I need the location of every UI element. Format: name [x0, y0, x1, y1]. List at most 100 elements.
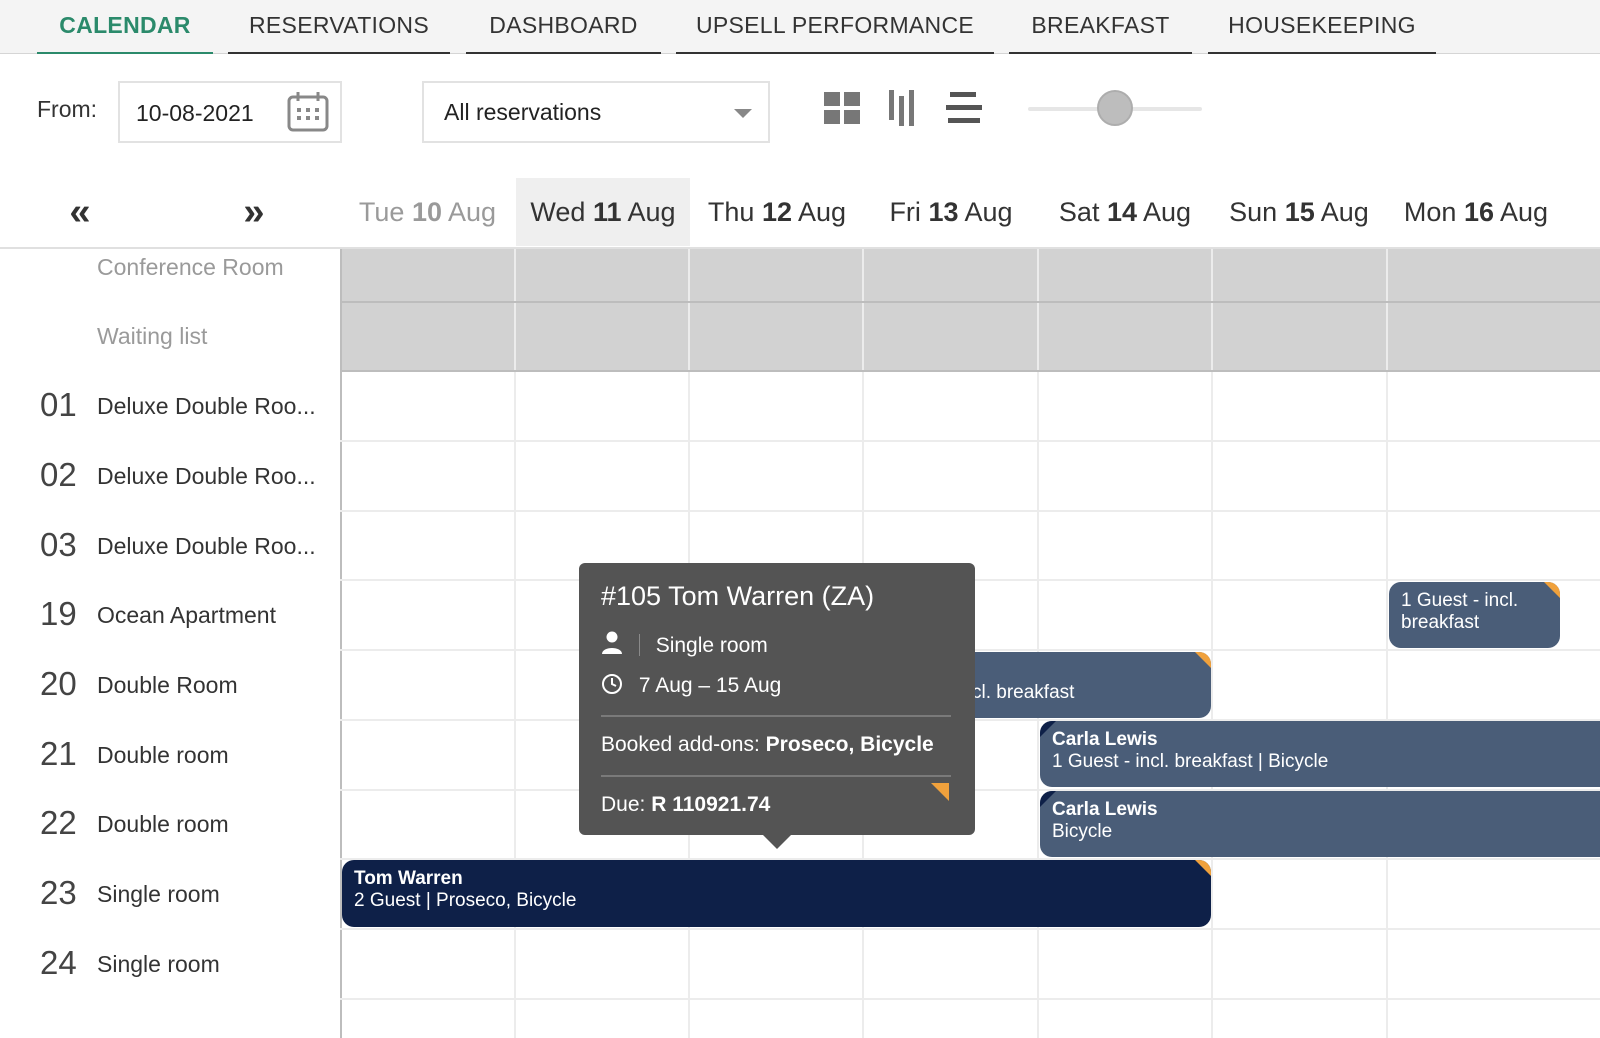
from-label: From: [37, 96, 98, 122]
tooltip-room-row: Single room [601, 631, 768, 658]
tooltip-due-value: R 110921.74 [651, 793, 771, 816]
booking-bar[interactable]: Carla Lewis 1 Guest - incl. breakfast | … [1040, 721, 1600, 787]
room-number: 03 [40, 526, 77, 563]
room-name: Double Room [97, 672, 238, 698]
grid-line [340, 370, 1600, 372]
grid-line [340, 249, 342, 1038]
grid-view-icon[interactable] [822, 88, 862, 128]
tooltip-due-row: Due: R 110921.74 [601, 793, 770, 817]
tooltip-divider [601, 775, 951, 777]
tooltip-dates: 7 Aug – 15 Aug [638, 674, 782, 697]
room-number: 19 [40, 595, 77, 632]
room-name: Double room [97, 811, 229, 837]
tooltip-addons-value: Proseco, Bicycle [765, 733, 934, 756]
booking-detail: 2 Guest | Proseco, Bicycle [354, 890, 577, 911]
tab-breakfast[interactable]: BREAKFAST [1009, 0, 1192, 54]
chevron-down-icon [734, 109, 752, 118]
grid-line [340, 440, 1600, 442]
from-date-field[interactable]: 10-08-2021 [118, 81, 342, 143]
tooltip-addons-label: Booked add-ons: [601, 733, 760, 756]
room-number: 20 [40, 665, 77, 702]
room-number: 22 [40, 804, 77, 841]
reservation-filter-value: All reservations [444, 99, 602, 125]
room-row[interactable]: 24 Single room [0, 930, 340, 1000]
grid-line [340, 998, 1600, 1000]
booking-bar[interactable]: Tom Warren 2 Guest | Proseco, Bicycle [342, 860, 1211, 927]
room-row[interactable]: 20 Double Room [0, 651, 340, 721]
room-name: Ocean Apartment [97, 602, 276, 628]
grid-line [1386, 249, 1388, 1038]
room-name: Double room [97, 742, 229, 768]
day-header-thu-12: Thu 12 Aug [707, 197, 847, 227]
room-row[interactable]: 22 Double room [0, 790, 340, 860]
day-header-tue-10: Tue 10 Aug [358, 197, 497, 227]
room-row[interactable]: 19 Ocean Apartment [0, 581, 340, 651]
booking-bar[interactable]: cl. breakfast [950, 652, 1211, 718]
room-name: Deluxe Double Roo... [97, 463, 316, 489]
grid-line [340, 510, 1600, 512]
grid-line [340, 301, 1600, 303]
booking-detail: 1 Guest - incl. breakfast | Bicycle [1052, 751, 1329, 772]
blocked-rows-background [340, 249, 1600, 371]
top-nav-tabs: CALENDAR RESERVATIONS DASHBOARD UPSELL P… [0, 0, 1600, 54]
room-row[interactable]: 02 Deluxe Double Roo... [0, 442, 340, 512]
room-number: 02 [40, 456, 77, 493]
columns-view-icon[interactable] [884, 88, 924, 128]
booking-detail: Bicycle [1052, 821, 1113, 842]
tab-housekeeping[interactable]: HOUSEKEEPING [1208, 0, 1436, 54]
notification-flag-icon [1195, 652, 1211, 668]
tooltip-dates-row: 7 Aug – 15 Aug [601, 673, 781, 698]
grid-line [1211, 249, 1213, 1038]
tab-upsell-performance[interactable]: UPSELL PERFORMANCE [676, 0, 994, 54]
room-number: 01 [40, 386, 77, 423]
from-date-value: 10-08-2021 [136, 100, 254, 126]
calendar-icon[interactable] [286, 91, 330, 133]
room-number: 21 [40, 735, 77, 772]
guest-name: Carla Lewis [1052, 729, 1158, 750]
room-name: Single room [97, 881, 220, 907]
tab-reservations[interactable]: RESERVATIONS [228, 0, 450, 54]
day-header-sat-14: Sat 14 Aug [1058, 197, 1192, 227]
person-icon [602, 631, 622, 654]
booking-bar[interactable]: Carla Lewis Bicycle [1040, 791, 1600, 857]
room-row-conference[interactable]: Conference Room [0, 233, 340, 303]
guest-name: Tom Warren [354, 868, 463, 889]
clock-icon [602, 674, 622, 694]
list-view-icon[interactable] [944, 88, 984, 128]
previous-week-button[interactable]: « [60, 190, 100, 234]
day-header-mon-16: Mon 16 Aug [1403, 197, 1549, 227]
room-name: Conference Room [97, 254, 284, 280]
reservation-filter-select[interactable]: All reservations [422, 81, 770, 143]
notification-flag-icon [1195, 860, 1211, 876]
room-row[interactable]: 21 Double room [0, 721, 340, 791]
room-number: 23 [40, 874, 77, 911]
grid-line [340, 928, 1600, 930]
notification-flag-icon [931, 783, 949, 801]
tab-dashboard[interactable]: DASHBOARD [466, 0, 661, 54]
tab-calendar[interactable]: CALENDAR [37, 0, 213, 54]
room-name: Deluxe Double Roo... [97, 393, 316, 419]
room-name: Single room [97, 951, 220, 977]
tooltip-due-label: Due: [601, 793, 646, 816]
room-name: Waiting list [97, 323, 208, 349]
next-week-button[interactable]: » [234, 190, 274, 234]
room-row[interactable]: 23 Single room [0, 860, 340, 930]
day-header-fri-13: Fri 13 Aug [889, 197, 1013, 227]
tooltip-room-type: Single room [655, 634, 768, 657]
booking-tooltip: #105 Tom Warren (ZA) Single room 7 Aug –… [579, 563, 975, 849]
zoom-slider-handle[interactable] [1097, 90, 1133, 126]
booking-bar[interactable]: 1 Guest - incl. breakfast [1389, 582, 1560, 648]
room-name: Deluxe Double Roo... [97, 533, 316, 559]
room-row[interactable]: 03 Deluxe Double Roo... [0, 512, 340, 582]
booking-detail: 1 Guest - incl. breakfast [1401, 590, 1519, 633]
notification-flag-icon [1544, 582, 1560, 598]
guest-name: Carla Lewis [1052, 799, 1158, 820]
tooltip-divider [601, 715, 951, 717]
continuation-flag-icon [1040, 721, 1056, 737]
room-row[interactable]: 01 Deluxe Double Roo... [0, 372, 340, 442]
day-header-wed-11: Wed 11 Aug [516, 178, 690, 246]
room-row-waiting-list[interactable]: Waiting list [0, 302, 340, 372]
room-number: 24 [40, 944, 77, 981]
booking-detail: cl. breakfast [972, 682, 1075, 703]
day-header-sun-15: Sun 15 Aug [1229, 197, 1369, 227]
